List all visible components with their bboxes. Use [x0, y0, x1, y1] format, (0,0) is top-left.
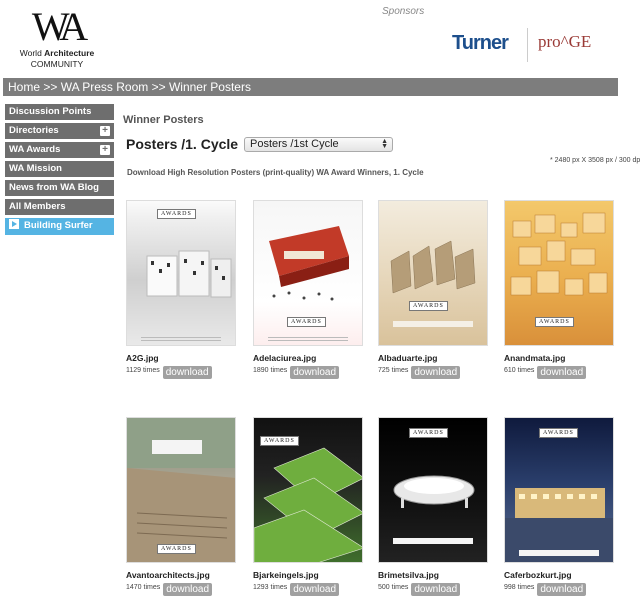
- turner-sponsor-logo[interactable]: Turner: [452, 32, 509, 55]
- logo-mark: WA: [31, 4, 88, 49]
- logo-subtext: COMMUNITY: [30, 59, 84, 69]
- expand-plus-icon[interactable]: +: [100, 145, 110, 155]
- poster-filename: Bjarkeingels.jpg: [253, 570, 319, 580]
- poster-card: AWARDS Albaduarte.jpg 725 times download: [378, 200, 488, 379]
- download-count: 998 times download: [504, 583, 614, 596]
- download-count: 1129 times download: [126, 366, 236, 379]
- poster-thumbnail[interactable]: AWARDS: [253, 200, 363, 346]
- wa-logo[interactable]: WA World Architecture COMMUNITY: [18, 4, 96, 70]
- awards-logo: AWARDS: [535, 317, 574, 327]
- download-description: Download High Resolution Posters (print-…: [127, 168, 424, 177]
- cycle-select[interactable]: Posters /1st Cycle ▲ ▼: [244, 137, 393, 152]
- sidebar-item-news-from-wa-blog[interactable]: News from WA Blog: [5, 180, 114, 196]
- poster-filename: Adelaciurea.jpg: [253, 353, 317, 363]
- building-image: [127, 418, 235, 562]
- section-title: Winner Posters: [123, 114, 204, 126]
- caption-lines: [393, 321, 473, 327]
- awards-logo: AWARDS: [287, 317, 326, 327]
- poster-filename: Avantoarchitects.jpg: [126, 570, 210, 580]
- poster-thumbnail[interactable]: AWARDS: [126, 200, 236, 346]
- caption-lines: [268, 337, 348, 343]
- poster-thumbnail[interactable]: AWARDS: [378, 417, 488, 563]
- poster-card: AWARDS A2G.jpg 1129 times download: [126, 200, 236, 379]
- download-count: 1890 times download: [253, 366, 363, 379]
- breadcrumb[interactable]: Home >> WA Press Room >> Winner Posters: [3, 78, 618, 96]
- sidebar-item-wa-mission[interactable]: WA Mission: [5, 161, 114, 177]
- poster-filename: Albaduarte.jpg: [378, 353, 438, 363]
- download-count: 1293 times download: [253, 583, 363, 596]
- poster-card: AWARDS Adelaciurea.jpg 1890 times downlo…: [253, 200, 363, 379]
- poster-card: AWARDS Anandmata.jpg 610 times download: [504, 200, 614, 379]
- poster-filename: A2G.jpg: [126, 353, 159, 363]
- poster-thumbnail[interactable]: AWARDS: [504, 417, 614, 563]
- awards-logo: AWARDS: [260, 436, 299, 446]
- download-button[interactable]: download: [537, 366, 587, 379]
- poster-filename: Brimetsilva.jpg: [378, 570, 439, 580]
- logo-text: World Architecture: [19, 48, 95, 58]
- select-arrows-icon: ▲ ▼: [381, 138, 388, 150]
- caption-lines: [141, 337, 221, 343]
- download-button[interactable]: download: [162, 366, 212, 379]
- download-button[interactable]: download: [411, 583, 461, 596]
- building-image: [146, 250, 232, 298]
- awards-logo: AWARDS: [409, 301, 448, 311]
- poster-filename: Caferbozkurt.jpg: [504, 570, 572, 580]
- poster-card: AWARDS Caferbozkurt.jpg 998 times downlo…: [504, 417, 614, 596]
- building-surfer-button[interactable]: Building Surfer: [5, 218, 114, 235]
- poster-thumbnail[interactable]: AWARDS: [253, 417, 363, 563]
- download-button[interactable]: download: [411, 366, 461, 379]
- download-button[interactable]: download: [163, 583, 213, 596]
- download-count: 725 times download: [378, 366, 488, 379]
- sidebar-item-directories[interactable]: Directories +: [5, 123, 114, 139]
- caption-lines: [393, 538, 473, 544]
- page-title: Posters /1. Cycle: [126, 136, 239, 152]
- resolution-note: * 2480 px X 3508 px / 300 dp: [550, 157, 641, 164]
- poster-card: AWARDS Avantoarchitects.jpg 1470 times d…: [126, 417, 236, 596]
- download-count: 1470 times download: [126, 583, 236, 596]
- sponsor-divider: [527, 28, 528, 62]
- poster-card: AWARDS Bjarkeingels.jpg 1293 times downl…: [253, 417, 363, 596]
- download-button[interactable]: download: [290, 583, 340, 596]
- expand-plus-icon[interactable]: +: [100, 126, 110, 136]
- download-count: 610 times download: [504, 366, 614, 379]
- download-button[interactable]: download: [537, 583, 587, 596]
- poster-thumbnail[interactable]: AWARDS: [126, 417, 236, 563]
- sidebar-item-wa-awards[interactable]: WA Awards +: [5, 142, 114, 158]
- building-image: [505, 488, 613, 562]
- sidebar-nav: Discussion Points Directories + WA Awards…: [5, 104, 114, 238]
- poster-filename: Anandmata.jpg: [504, 353, 566, 363]
- download-count: 500 times download: [378, 583, 488, 596]
- awards-logo: AWARDS: [157, 544, 196, 554]
- download-button[interactable]: download: [290, 366, 340, 379]
- caption-lines: [519, 550, 599, 556]
- sidebar-item-all-members[interactable]: All Members: [5, 199, 114, 215]
- proge-sponsor-logo[interactable]: pro^GE: [538, 32, 591, 52]
- sponsors-label: Sponsors: [382, 6, 425, 17]
- play-icon: [9, 219, 19, 229]
- poster-thumbnail[interactable]: AWARDS: [504, 200, 614, 346]
- sidebar-item-discussion-points[interactable]: Discussion Points: [5, 104, 114, 120]
- poster-thumbnail[interactable]: AWARDS: [378, 200, 488, 346]
- poster-card: AWARDS Brimetsilva.jpg 500 times downloa…: [378, 417, 488, 596]
